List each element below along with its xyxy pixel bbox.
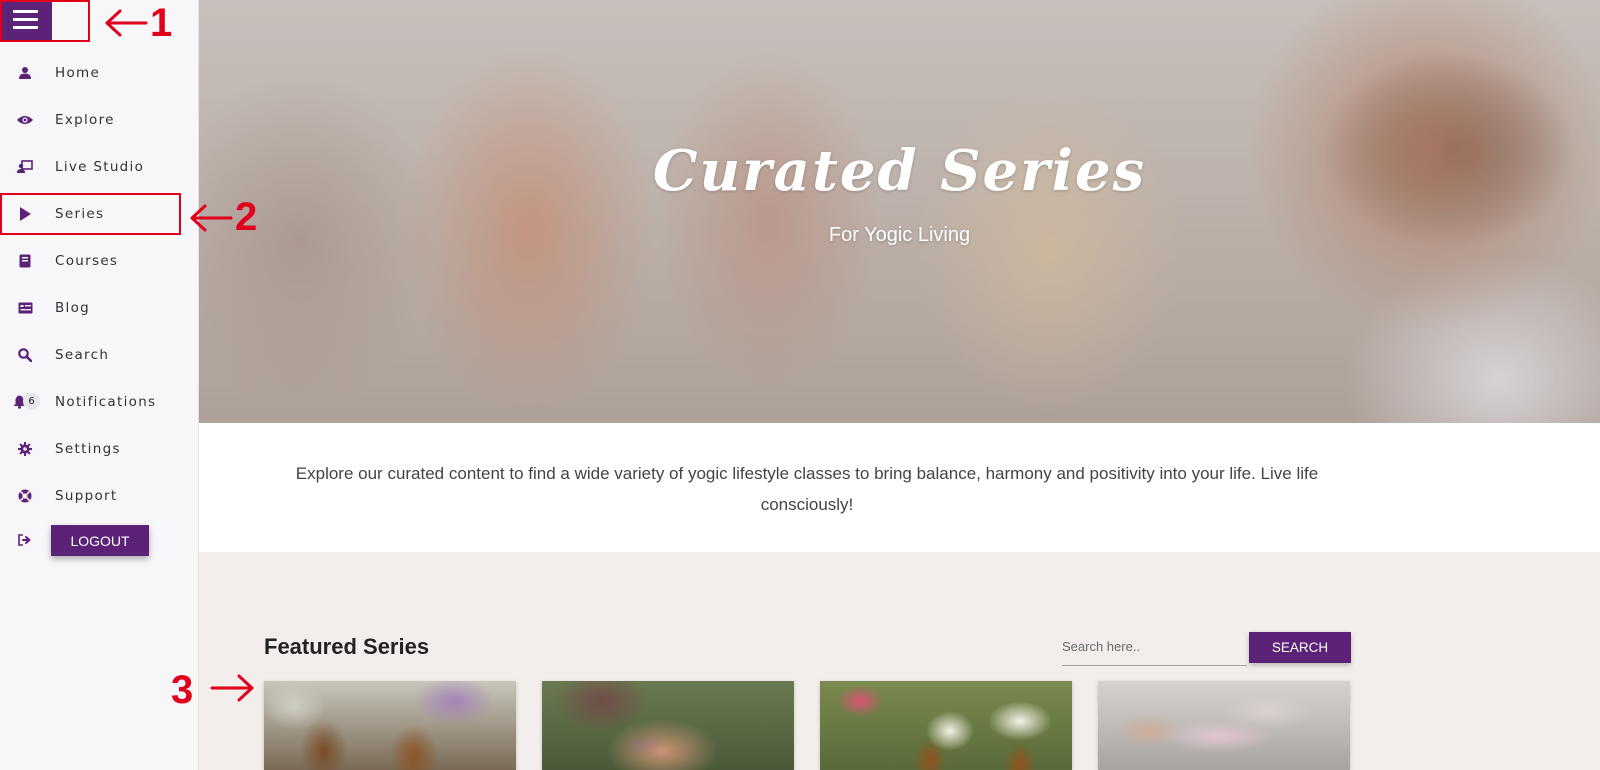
sidebar: Home Explore Live Studio Series Courses … [0, 0, 199, 770]
gear-icon [16, 440, 34, 458]
sidebar-item-label: Blog [55, 300, 91, 316]
sidebar-item-home[interactable]: Home [0, 51, 199, 95]
sidebar-item-label: Courses [55, 253, 119, 269]
sidebar-item-blog[interactable]: Blog [0, 286, 199, 330]
hero-title: Curated Series [652, 138, 1147, 204]
search-icon [16, 346, 34, 364]
sidebar-item-label: Explore [55, 112, 115, 128]
search-button[interactable]: SEARCH [1249, 632, 1351, 663]
user-icon [16, 64, 34, 82]
sidebar-item-label: Home [55, 65, 101, 81]
series-card[interactable] [542, 681, 794, 770]
annotation-label-1: 1 [150, 1, 173, 45]
sidebar-item-label: Support [55, 488, 118, 504]
book-icon [16, 252, 34, 270]
logout-icon [16, 531, 34, 549]
hero-banner: Curated Series For Yogic Living [199, 0, 1600, 423]
sidebar-item-label: Settings [55, 441, 121, 457]
annotation-label-3: 3 [171, 668, 194, 712]
annotation-box-1 [0, 0, 90, 42]
sidebar-item-label: Search [55, 347, 110, 363]
hero-subtitle: For Yogic Living [828, 224, 971, 246]
series-search-input[interactable] [1062, 628, 1247, 666]
annotation-box-2 [0, 193, 181, 235]
series-card[interactable] [1098, 681, 1350, 770]
sidebar-item-explore[interactable]: Explore [0, 98, 199, 142]
sidebar-item-notifications[interactable]: 6 Notifications [0, 380, 199, 424]
featured-section: Featured Series SEARCH [199, 552, 1600, 770]
sidebar-item-label: Live Studio [55, 159, 145, 175]
sidebar-item-settings[interactable]: Settings [0, 427, 199, 471]
live-studio-icon [16, 158, 34, 176]
notification-badge: 6 [23, 393, 40, 410]
featured-title: Featured Series [264, 634, 430, 659]
sidebar-item-label: Notifications [55, 394, 157, 410]
sidebar-item-courses[interactable]: Courses [0, 239, 199, 283]
logout-button[interactable]: LOGOUT [51, 525, 149, 556]
series-card[interactable] [264, 681, 516, 770]
intro-text: Explore our curated content to find a wi… [295, 464, 1319, 514]
eye-icon [16, 111, 34, 129]
lifebuoy-icon [16, 487, 34, 505]
blog-icon [16, 299, 34, 317]
intro-section: Explore our curated content to find a wi… [199, 423, 1600, 552]
sidebar-item-support[interactable]: Support [0, 474, 199, 518]
annotation-arrow-3 [210, 674, 254, 702]
sidebar-item-live-studio[interactable]: Live Studio [0, 145, 199, 189]
annotation-arrow-1 [105, 9, 148, 37]
series-card[interactable] [820, 681, 1072, 770]
sidebar-item-search[interactable]: Search [0, 333, 199, 377]
